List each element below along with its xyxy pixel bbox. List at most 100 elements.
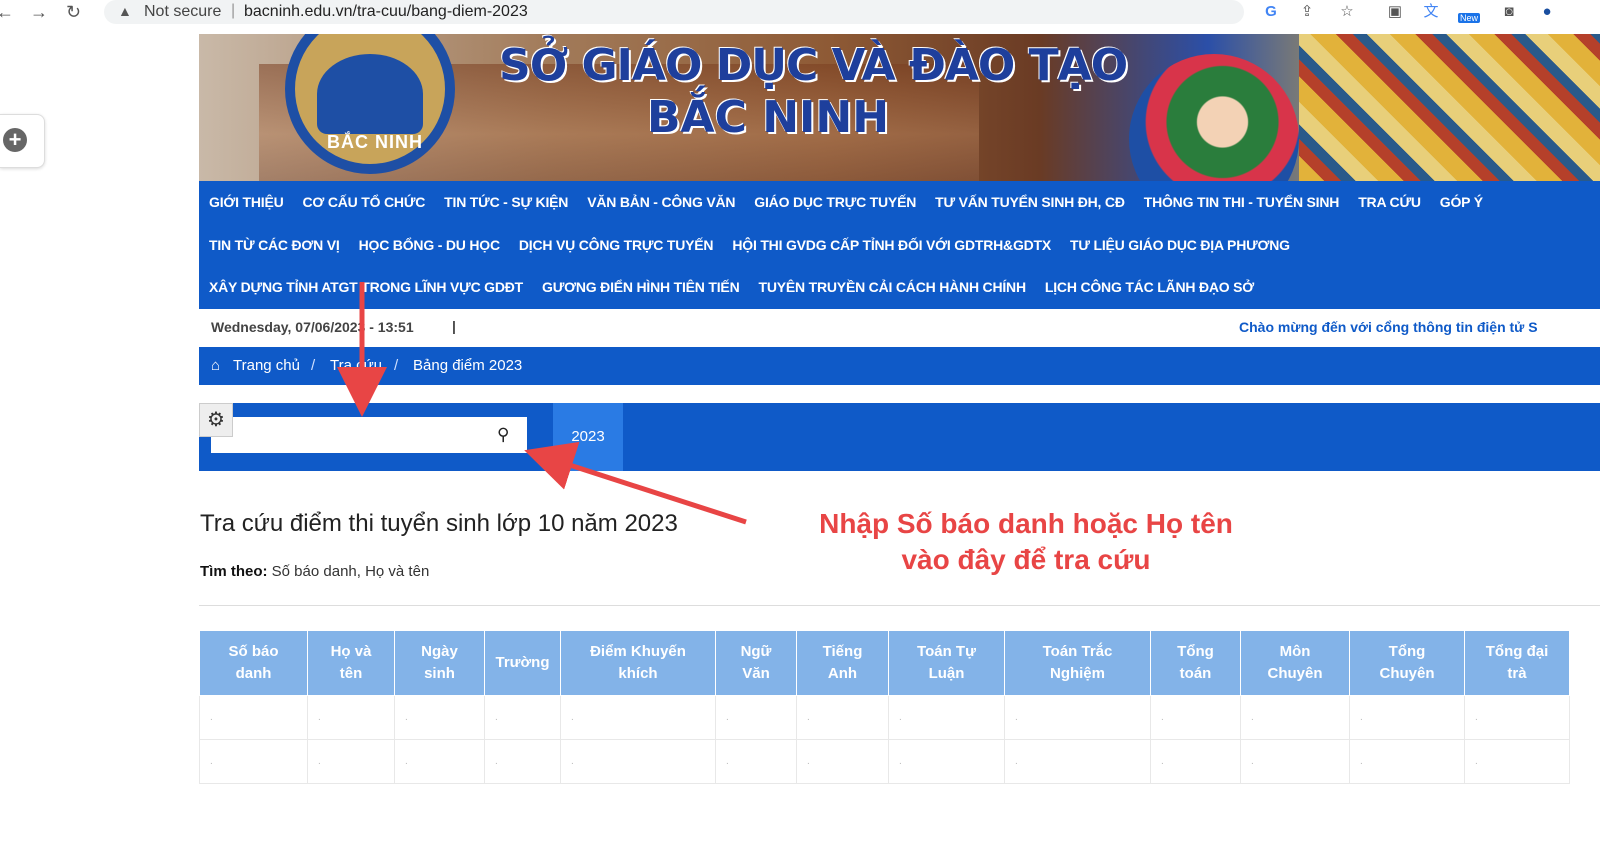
nav-item[interactable]: GIỚI THIỆU (209, 194, 284, 210)
table-cell: . (1150, 739, 1241, 784)
table-cell: . (1464, 739, 1570, 784)
nav-row-1: GIỚI THIỆU CƠ CẤU TỔ CHỨC TIN TỨC - SỰ KIỆ… (209, 194, 1502, 214)
nav-item[interactable]: DỊCH VỤ CÔNG TRỰC TUYẾN (519, 237, 714, 253)
translate-icon[interactable]: 文 (1422, 3, 1440, 21)
nav-item[interactable]: GƯƠNG ĐIỂN HÌNH TIÊN TIẾN (542, 279, 740, 295)
table-cell: . (796, 695, 889, 740)
search-input[interactable] (211, 417, 527, 453)
side-add-button[interactable]: + (0, 114, 45, 168)
welcome-marquee: Chào mừng đến với cổng thông tin điện tử… (1239, 319, 1538, 335)
extension-new-icon[interactable]: New (1458, 3, 1486, 23)
column-header: Ngữ Văn (715, 630, 797, 696)
nav-item[interactable]: TIN TỪ CÁC ĐƠN VỊ (209, 237, 340, 253)
folk-art-image (1299, 34, 1600, 181)
security-label[interactable]: Not secure (144, 3, 221, 21)
nav-item[interactable]: THÔNG TIN THI - TUYỂN SINH (1144, 194, 1340, 210)
warning-icon[interactable]: ▲ (118, 3, 132, 19)
breadcrumb-tra-cuu[interactable]: Tra cứu (330, 357, 382, 374)
picture-in-picture-icon[interactable]: ▣ (1386, 3, 1404, 21)
quan-ho-singer-image (1129, 54, 1299, 181)
results-table: Số báo danh Họ và tên Ngày sinh Trường Điểm… (199, 630, 1570, 784)
nav-item[interactable]: TƯ VẤN TUYỂN SINH ĐH, CĐ (935, 194, 1125, 210)
table-cell: . (199, 695, 308, 740)
star-icon[interactable]: ☆ (1338, 3, 1356, 21)
site-banner: BẮC NINH SỞ GIÁO DỤC VÀ ĐÀO TẠO BẮC NINH (199, 34, 1600, 181)
table-cell: . (307, 695, 395, 740)
nav-item[interactable]: LỊCH CÔNG TÁC LÃNH ĐẠO SỞ (1045, 279, 1254, 295)
table-header-row: Số báo danh Họ và tên Ngày sinh Trường Điểm… (199, 630, 1570, 696)
google-icon[interactable]: G (1262, 3, 1280, 21)
annotation-line-1: Nhập Số báo danh hoặc Họ tên (819, 508, 1233, 539)
gear-icon[interactable]: ⚙ (199, 403, 233, 437)
column-header: Điểm Khuyến khích (560, 630, 716, 696)
table-cell: . (560, 739, 716, 784)
column-header: Tổng đại trà (1464, 630, 1570, 696)
table-cell: . (394, 695, 485, 740)
column-header: Toán Tự Luận (888, 630, 1005, 696)
reload-icon[interactable]: ↻ (66, 2, 81, 23)
nav-item[interactable]: XÂY DỰNG TỈNH ATGT TRONG LĨNH VỰC GDĐT (209, 279, 523, 295)
page-title: Tra cứu điểm thi tuyển sinh lớp 10 năm 2… (200, 510, 678, 537)
search-by-value: Số báo danh, Họ và tên (271, 563, 430, 580)
table-cell: . (715, 739, 797, 784)
table-cell: . (888, 739, 1005, 784)
home-icon[interactable]: ⌂ (211, 357, 220, 374)
table-cell: . (1240, 695, 1350, 740)
column-header: Tiếng Anh (796, 630, 889, 696)
nav-item[interactable]: TIN TỨC - SỰ KIỆN (444, 194, 568, 210)
nav-item[interactable]: GÓP Ý (1440, 194, 1483, 210)
breadcrumb-separator: / (394, 357, 399, 374)
nav-item[interactable]: GIÁO DỤC TRỰC TUYẾN (754, 194, 916, 210)
logo-text: BẮC NINH (327, 132, 423, 152)
profile-icon[interactable]: ● (1538, 3, 1556, 21)
breadcrumb: ⌂ Trang chủ / Tra cứu / Bảng điểm 2023 (199, 347, 1600, 385)
nav-row-2: TIN TỪ CÁC ĐƠN VỊ HỌC BỔNG - DU HỌC DỊCH V… (209, 237, 1309, 257)
column-header: Toán Trắc Nghiệm (1004, 630, 1151, 696)
tab-2023[interactable]: 2023 (553, 403, 623, 471)
nav-item[interactable]: HỘI THI GVDG CẤP TỈNH ĐỐI VỚI GDTRH&GDTX (732, 237, 1051, 253)
nav-item[interactable]: TUYÊN TRUYỀN CẢI CÁCH HÀNH CHÍNH (759, 279, 1027, 295)
share-icon[interactable]: ⇪ (1298, 3, 1316, 21)
forward-icon[interactable]: → (30, 2, 48, 23)
search-panel: ⚲ ⚙ 2023 (199, 403, 1600, 471)
back-icon[interactable]: ← (0, 2, 14, 23)
nav-item[interactable]: HỌC BỔNG - DU HỌC (359, 237, 500, 253)
column-header: Tổng toán (1150, 630, 1241, 696)
table-cell: . (1150, 695, 1241, 740)
nav-item[interactable]: TƯ LIỆU GIÁO DỤC ĐỊA PHƯƠNG (1070, 237, 1290, 253)
table-cell: . (1464, 695, 1570, 740)
current-date: Wednesday, 07/06/2023 - 13:51 (211, 319, 414, 335)
table-cell: . (307, 739, 395, 784)
url-text[interactable]: bacninh.edu.vn/tra-cuu/bang-diem-2023 (244, 3, 528, 21)
new-badge: New (1458, 13, 1481, 23)
column-header: Họ và tên (307, 630, 395, 696)
annotation-line-2: vào đây để tra cứu (901, 544, 1151, 575)
column-header: Ngày sinh (394, 630, 485, 696)
search-icon[interactable]: ⚲ (497, 425, 509, 445)
url-separator: | (231, 2, 236, 19)
nav-item[interactable]: VĂN BẢN - CÔNG VĂN (587, 194, 735, 210)
column-header: Môn Chuyên (1240, 630, 1350, 696)
column-header: Tổng Chuyên (1349, 630, 1465, 696)
date-separator: | (452, 318, 456, 334)
camera-icon[interactable]: ◙ (1500, 3, 1518, 21)
breadcrumb-home[interactable]: Trang chủ (233, 357, 300, 374)
date-bar: Wednesday, 07/06/2023 - 13:51 | Chào mừn… (199, 309, 1600, 348)
logo-emblem (317, 54, 423, 134)
banner-title: SỞ GIÁO DỤC VÀ ĐÀO TẠO (499, 40, 1128, 91)
table-cell: . (715, 695, 797, 740)
table-cell: . (199, 739, 308, 784)
table-cell: . (484, 695, 561, 740)
search-by-hint: Tìm theo: Số báo danh, Họ và tên (200, 563, 429, 580)
plus-circle-icon: + (3, 128, 27, 152)
nav-item[interactable]: CƠ CẤU TỔ CHỨC (303, 194, 426, 210)
table-cell: . (560, 695, 716, 740)
browser-toolbar: ← → ↻ ▲ Not secure | bacninh.edu.vn/tra-… (0, 0, 1600, 26)
table-cell: . (1004, 695, 1151, 740)
table-cell: . (1240, 739, 1350, 784)
breadcrumb-separator: / (311, 357, 316, 374)
column-header: Trường (484, 630, 561, 696)
table-cell: . (888, 695, 1005, 740)
nav-row-3: XÂY DỰNG TỈNH ATGT TRONG LĨNH VỰC GDĐT GƯ… (209, 279, 1273, 299)
nav-item-tra-cuu[interactable]: TRA CỨU (1358, 194, 1421, 210)
